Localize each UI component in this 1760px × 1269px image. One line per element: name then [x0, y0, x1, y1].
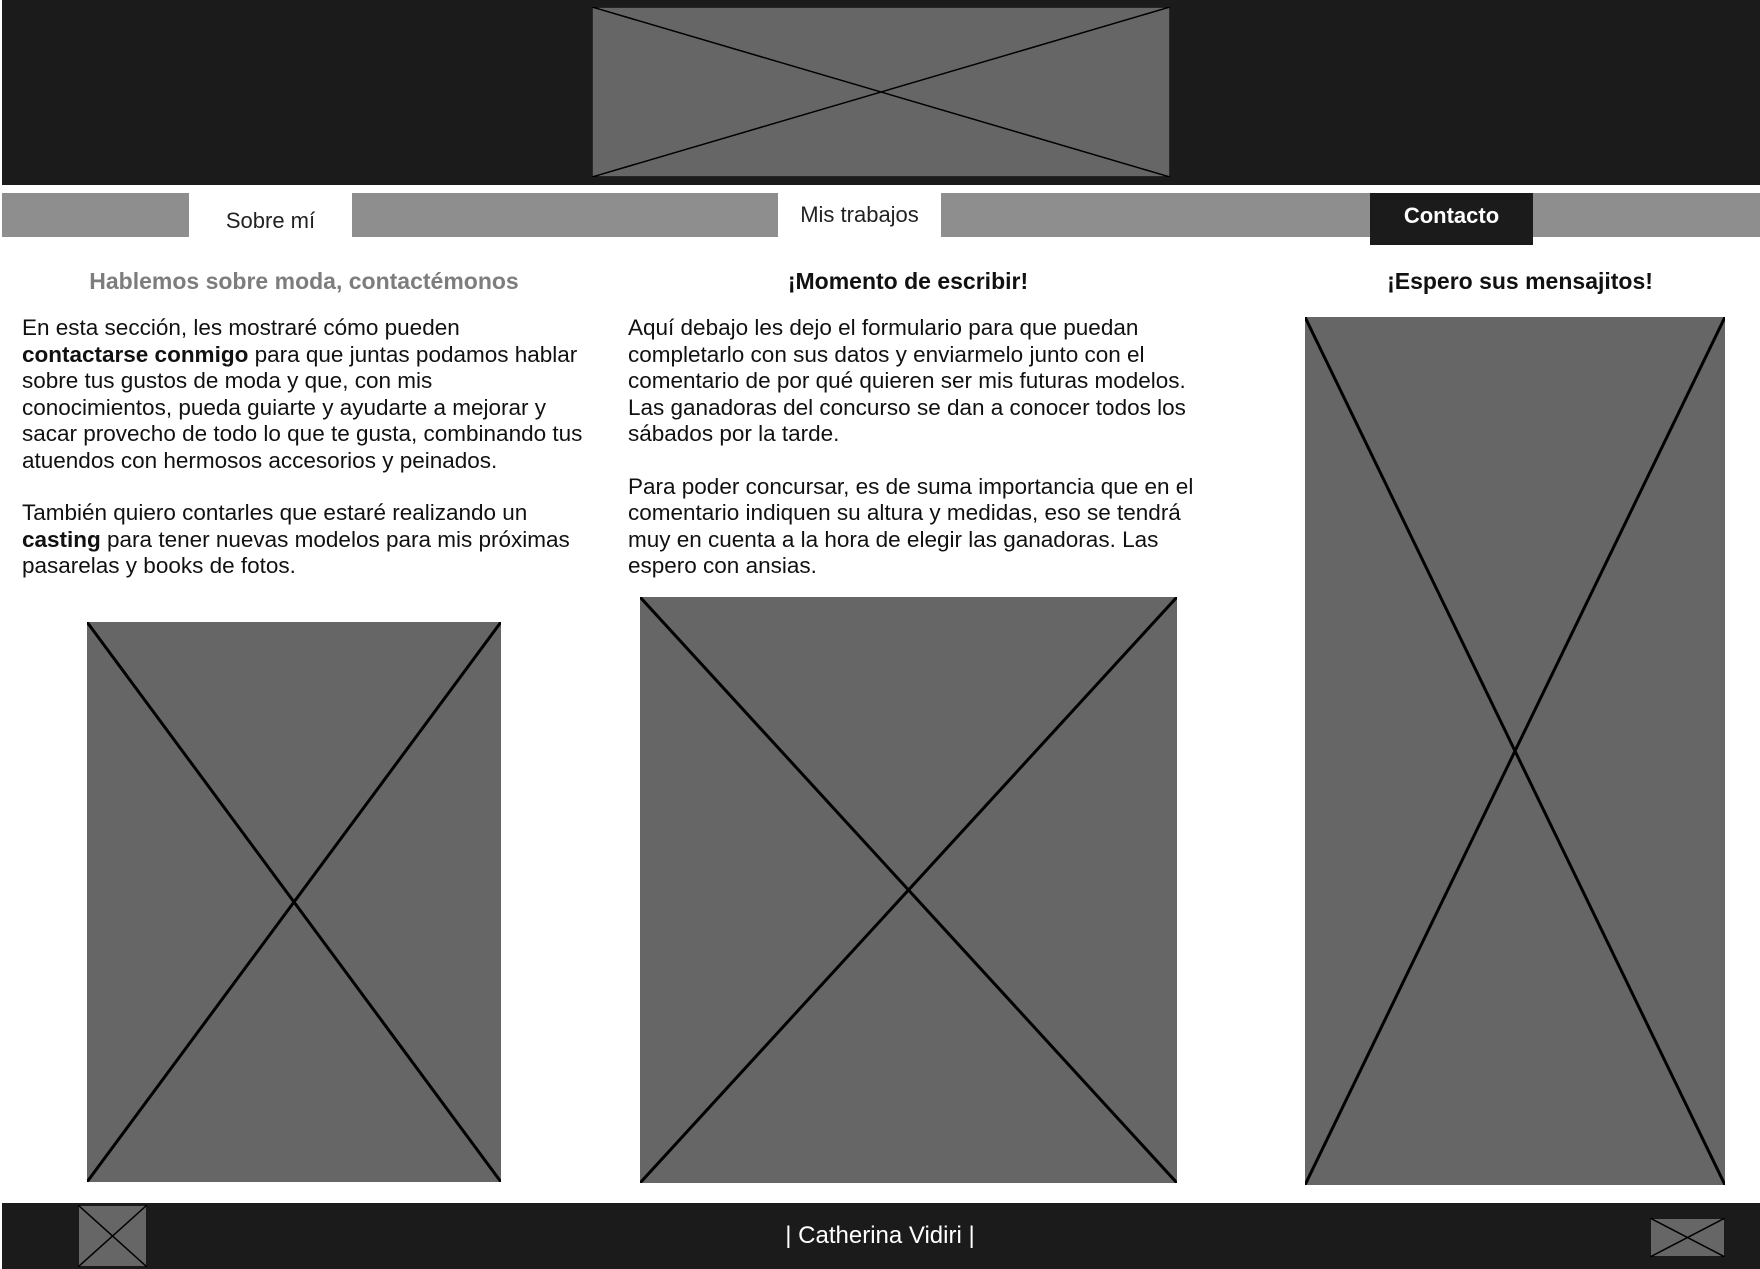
section-title-write: ¡Momento de escribir! [787, 268, 1029, 294]
footer-logo-icon[interactable] [78, 1205, 147, 1267]
section-title-messages: ¡Espero sus mensajitos! [1387, 268, 1653, 294]
nav-item-contacto[interactable]: Contacto [1370, 193, 1533, 245]
nav-item-mis-trabajos[interactable]: Mis trabajos [778, 193, 941, 237]
paragraph: Para poder concursar, es de suma importa… [628, 473, 1194, 579]
form-image-placeholder [640, 597, 1177, 1183]
image-placeholder [87, 622, 501, 1182]
footer-author-name: | Catherina Vidiri | [785, 1222, 975, 1249]
paragraph: Aquí debajo les dejo el formulario para … [628, 315, 1186, 446]
section-text-contact: En esta sección, les mostraré cómo puede… [22, 315, 588, 606]
tall-image-placeholder [1305, 317, 1725, 1185]
section-title-contact: Hablemos sobre moda, contactémonos [89, 268, 519, 294]
text-run: para tener nuevas modelos para mis próxi… [22, 526, 570, 579]
bold-text-run: casting [22, 526, 101, 552]
bold-text-run: contactarse conmigo [22, 341, 249, 367]
paragraph: En esta sección, les mostraré cómo puede… [22, 315, 588, 474]
header-banner-image-placeholder [592, 7, 1170, 177]
footer-mail-icon[interactable] [1650, 1218, 1725, 1257]
text-run: También quiero contarles que estaré real… [22, 500, 528, 525]
section-text-write: Aquí debajo les dejo el formulario para … [628, 315, 1194, 606]
nav-item-sobre-mi[interactable]: Sobre mí [189, 193, 352, 243]
paragraph: También quiero contarles que estaré real… [22, 500, 588, 580]
text-run: En esta sección, les mostraré cómo puede… [22, 315, 460, 340]
